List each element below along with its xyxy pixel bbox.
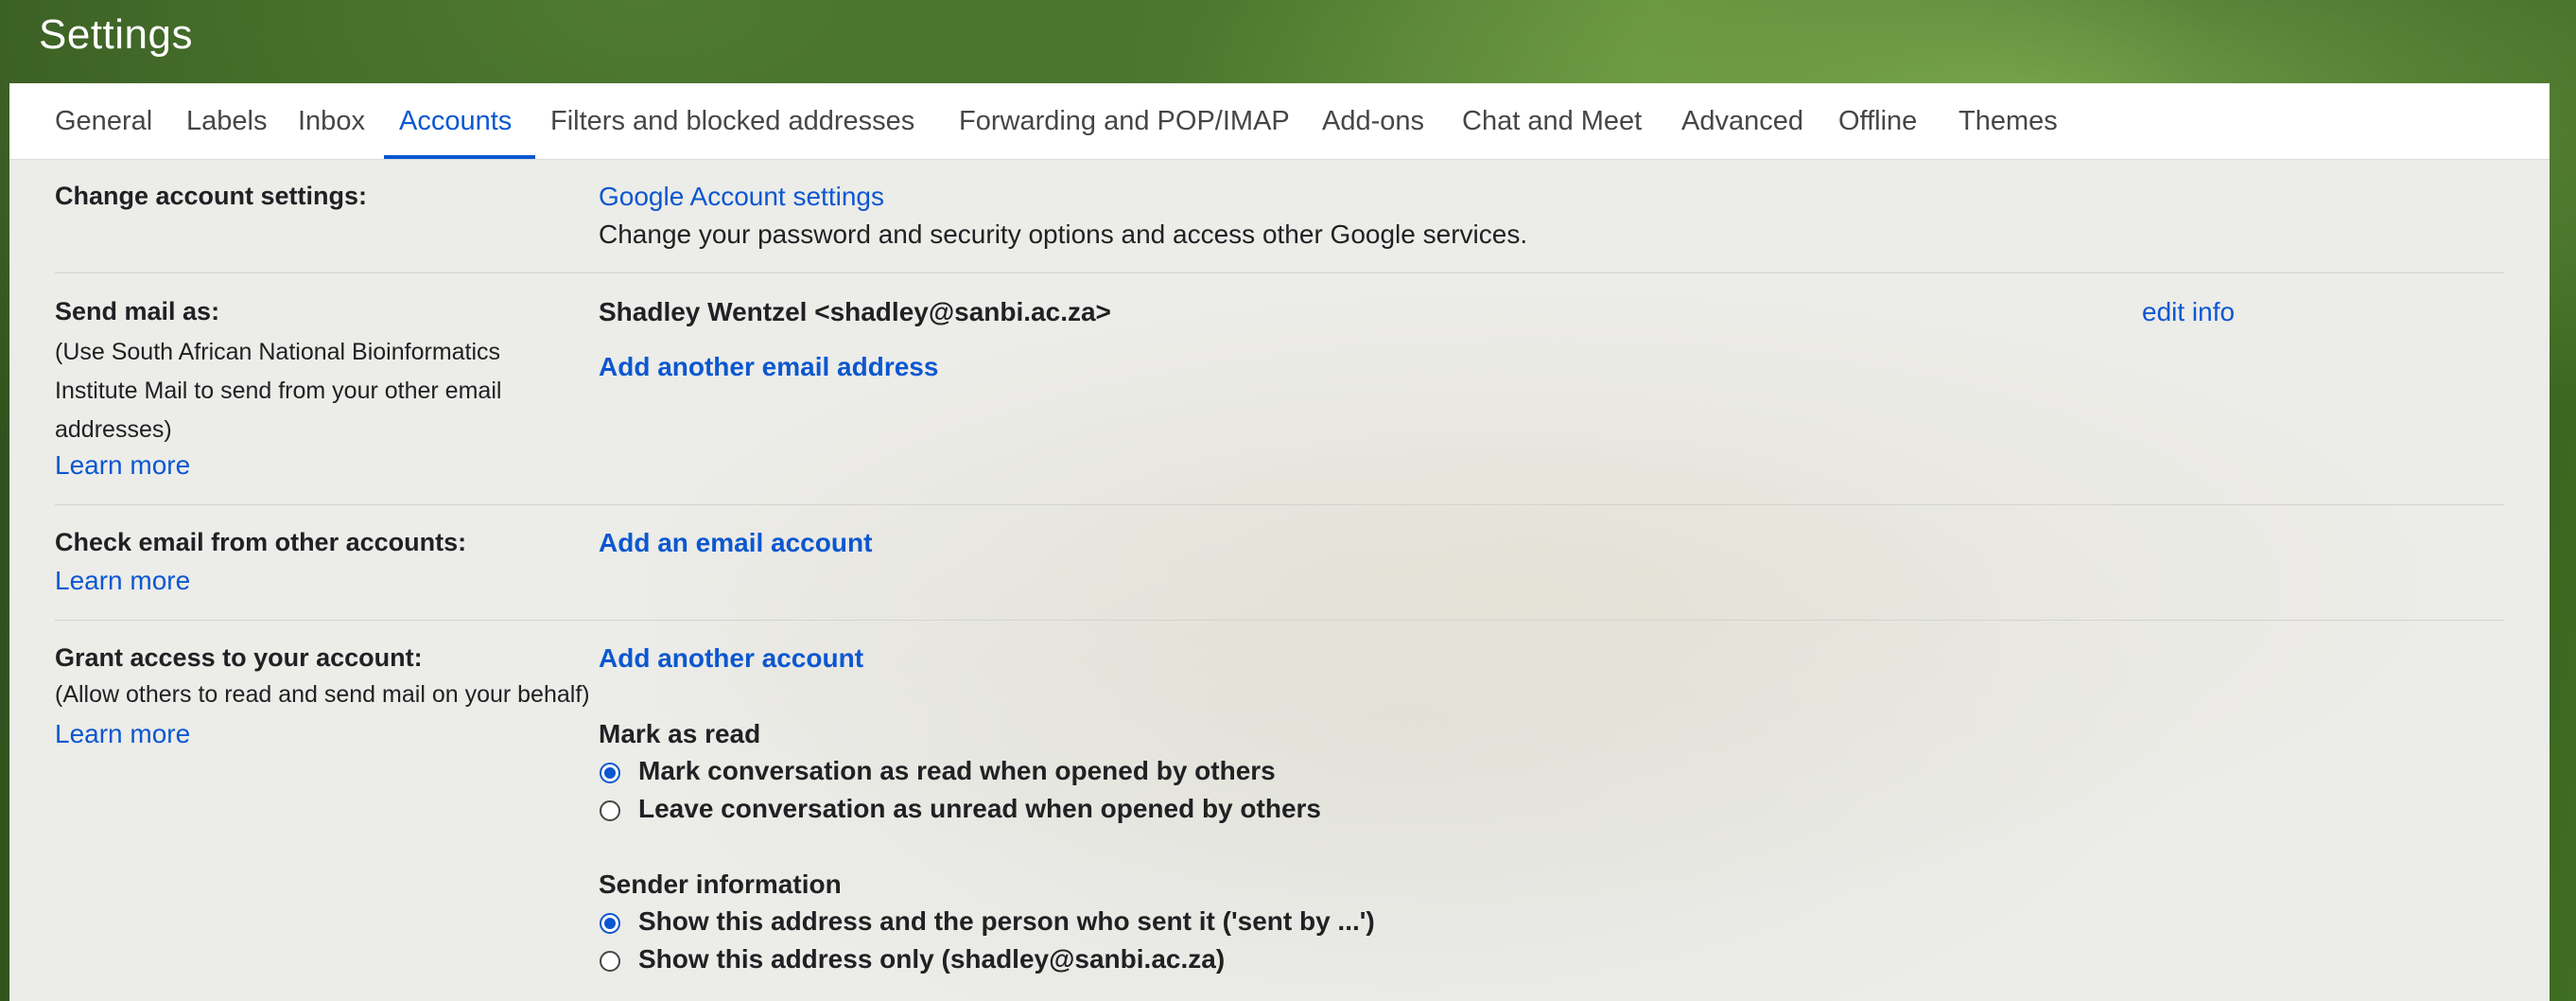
mark-read-radio[interactable]	[600, 763, 620, 783]
check-email-learn-more-link[interactable]: Learn more	[55, 566, 190, 596]
tab-inbox[interactable]: Inbox	[298, 83, 365, 159]
tab-chat-meet[interactable]: Chat and Meet	[1462, 83, 1642, 159]
send-mail-as-subtext-3: addresses)	[55, 416, 172, 443]
show-address-only-radio[interactable]	[600, 951, 620, 972]
sender-information-heading: Sender information	[599, 869, 842, 899]
header-bar: Settings	[0, 0, 2576, 83]
send-mail-as-subtext-1: (Use South African National Bioinformati…	[55, 339, 501, 365]
mark-as-read-heading: Mark as read	[599, 719, 761, 748]
grant-access-learn-more-link[interactable]: Learn more	[55, 719, 190, 749]
divider	[55, 504, 2504, 505]
edit-info-link[interactable]: edit info	[2142, 297, 2235, 327]
active-tab-indicator	[384, 155, 535, 159]
google-account-settings-link[interactable]: Google Account settings	[599, 182, 884, 212]
change-account-label: Change account settings:	[55, 182, 368, 210]
tab-filters[interactable]: Filters and blocked addresses	[550, 83, 914, 159]
divider	[55, 272, 2504, 273]
tab-offline[interactable]: Offline	[1838, 83, 1917, 159]
check-email-label: Check email from other accounts:	[55, 528, 467, 556]
settings-panel: General Labels Inbox Accounts Filters an…	[9, 83, 2550, 1001]
tab-themes[interactable]: Themes	[1958, 83, 2058, 159]
mark-read-option-label[interactable]: Mark conversation as read when opened by…	[638, 756, 1276, 786]
leave-unread-option-label[interactable]: Leave conversation as unread when opened…	[638, 794, 1321, 824]
grant-access-subtext: (Allow others to read and send mail on y…	[55, 681, 590, 708]
send-mail-as-subtext-2: Institute Mail to send from your other e…	[55, 378, 502, 404]
divider	[55, 620, 2504, 621]
tab-labels[interactable]: Labels	[186, 83, 267, 159]
tab-general[interactable]: General	[55, 83, 152, 159]
send-as-address: Shadley Wentzel <shadley@sanbi.ac.za>	[599, 297, 1111, 326]
send-mail-as-learn-more-link[interactable]: Learn more	[55, 450, 190, 481]
add-another-email-address-link[interactable]: Add another email address	[599, 352, 938, 382]
settings-tabs: General Labels Inbox Accounts Filters an…	[9, 83, 2550, 160]
show-address-and-sender-radio[interactable]	[600, 913, 620, 934]
show-address-only-label[interactable]: Show this address only (shadley@sanbi.ac…	[638, 944, 1225, 975]
change-account-description: Change your password and security option…	[599, 220, 1528, 249]
tab-forwarding[interactable]: Forwarding and POP/IMAP	[959, 83, 1290, 159]
grant-access-label: Grant access to your account:	[55, 643, 423, 672]
tab-accounts[interactable]: Accounts	[399, 83, 512, 159]
add-email-account-link[interactable]: Add an email account	[599, 528, 872, 558]
page-title: Settings	[39, 11, 193, 58]
tab-addons[interactable]: Add-ons	[1322, 83, 1424, 159]
leave-unread-radio[interactable]	[600, 800, 620, 821]
tab-advanced[interactable]: Advanced	[1681, 83, 1803, 159]
send-mail-as-label: Send mail as:	[55, 297, 220, 325]
show-address-and-sender-label[interactable]: Show this address and the person who sen…	[638, 906, 1375, 937]
add-another-account-link[interactable]: Add another account	[599, 643, 863, 674]
